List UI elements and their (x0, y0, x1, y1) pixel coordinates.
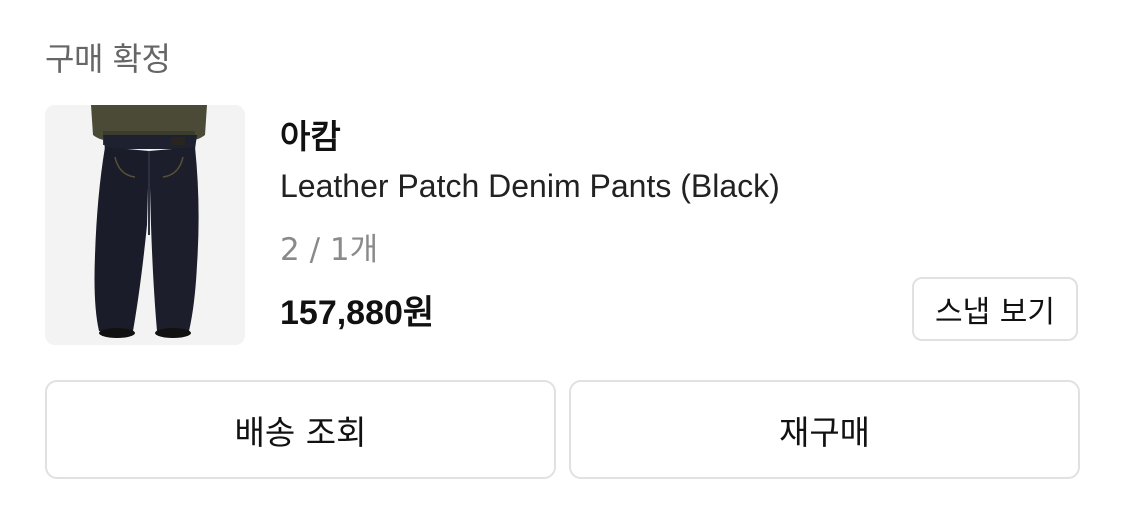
product-name[interactable]: Leather Patch Denim Pants (Black) (280, 168, 780, 205)
product-price: 157,880원 (280, 294, 435, 332)
brand-name[interactable]: 아캄 (280, 110, 341, 158)
product-image[interactable] (45, 105, 245, 345)
track-shipping-button[interactable]: 배송 조회 (45, 380, 556, 479)
order-status-label: 구매 확정 (45, 40, 171, 78)
rebuy-button[interactable]: 재구매 (569, 380, 1080, 479)
view-snap-button[interactable]: 스냅 보기 (912, 277, 1078, 341)
product-photo (45, 105, 245, 345)
product-option: 2 / 1개 (280, 232, 379, 268)
